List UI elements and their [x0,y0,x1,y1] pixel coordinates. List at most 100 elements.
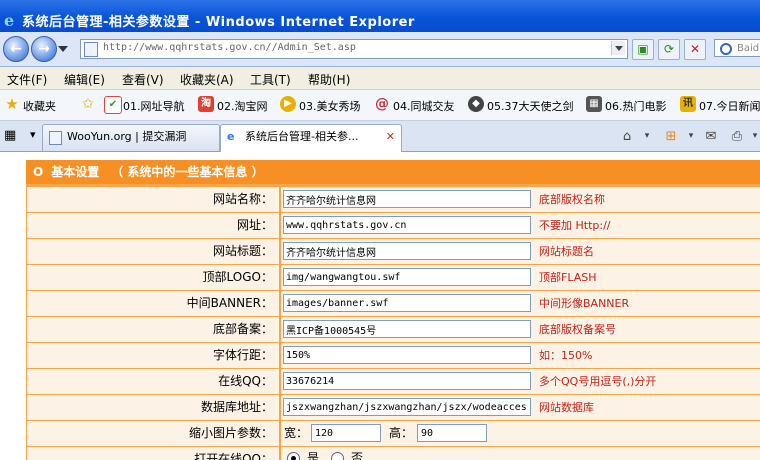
field-label: 中间BANNER： [27,291,279,316]
favorite-link-3[interactable]: 03.美女秀场 [299,98,361,114]
tab-wooyun[interactable]: WooYun.org | 提交漏洞 [42,124,220,151]
thumb-height-input[interactable] [417,424,487,442]
field-hint: 网站数据库 [539,401,594,414]
menu-edit[interactable]: 编辑(E) [64,71,105,88]
print-icon[interactable]: ⎙ [728,128,746,145]
panel-bullet: O [33,165,44,179]
favorites-bar: ★ 收藏夹 ✩ ✔ 01.网址导航 淘 02.淘宝网 ▶ 03.美女秀场 @ 0… [0,90,760,121]
footer-icp-input[interactable] [283,320,531,338]
movie-icon: ▦ [586,96,602,112]
url-text[interactable]: http://www.qqhrstats.gov.cn//Admin_Set.a… [103,42,356,53]
database-path-input[interactable] [283,398,531,416]
favorite-link-1[interactable]: 01.网址导航 [123,98,185,114]
page-icon [49,131,62,145]
field-hint: 中间形像BANNER [539,297,630,310]
tab-label: WooYun.org | 提交漏洞 [67,130,187,143]
search-placeholder: Baid [737,43,760,54]
feeds-dropdown-icon[interactable]: ▾ [682,128,700,145]
row-site-title: 网站标题： 网站标题名 [27,239,760,264]
favorite-link-2[interactable]: 02.淘宝网 [217,98,268,114]
refresh-icon[interactable]: ⟳ [658,39,680,60]
panel-title: 基本设置 [51,165,100,179]
forward-button[interactable]: → [31,36,57,62]
tab-list-dropdown-icon[interactable]: ▾ [30,128,36,141]
menu-tools[interactable]: 工具(T) [250,71,291,88]
favorite-link-4[interactable]: 04.同城交友 [393,98,455,114]
middle-banner-input[interactable] [283,294,531,312]
field-hint: 底部版权备案号 [539,323,616,336]
row-line-height: 字体行距： 如：150% [27,343,760,368]
field-label: 网站名称： [27,187,279,212]
dating-swirl-icon: @ [375,96,389,112]
home-icon[interactable]: ⌂ [618,128,636,145]
game-icon: ◆ [468,96,484,112]
online-qq-no-radio[interactable] [331,452,344,460]
window-title: 系统后台管理-相关参数设置 - Windows Internet Explore… [22,15,415,30]
ie-page-icon: e [227,130,235,143]
stop-icon[interactable]: ✕ [684,39,706,60]
page-icon [84,42,98,57]
field-hint: 多个QQ号用逗号(,)分开 [539,375,657,388]
favorites-button[interactable]: 收藏夹 [23,98,56,114]
favorite-link-6[interactable]: 06.热门电影 [605,98,667,114]
width-label: 宽： [284,426,309,440]
favorite-link-7[interactable]: 07.今日新闻 [699,98,760,114]
field-hint: 不要加 Http:// [539,219,611,232]
site-name-input[interactable] [283,190,531,208]
line-height-input[interactable] [283,346,531,364]
field-label: 顶部LOGO： [27,265,279,290]
height-label: 高： [389,426,414,440]
svg-text:e: e [4,12,14,28]
field-label: 网站标题： [27,239,279,264]
menu-view[interactable]: 查看(V) [122,71,164,88]
mail-icon[interactable]: ✉ [702,128,720,145]
field-hint: 顶部FLASH [539,271,597,284]
news-icon: 讯 [680,96,696,112]
field-label: 网址： [27,213,279,238]
url-dropdown-icon[interactable] [611,41,625,55]
row-thumbnail-size: 缩小图片参数： 宽： 高： [27,421,760,446]
online-qq-input[interactable] [283,372,531,390]
site-url-input[interactable] [283,216,531,234]
address-bar: ← → http://www.qqhrstats.gov.cn//Admin_S… [0,32,760,67]
row-online-qq: 在线QQ： 多个QQ号用逗号(,)分开 [27,369,760,394]
row-site-url: 网址： 不要加 Http:// [27,213,760,238]
search-input[interactable]: Baid [714,39,760,57]
history-dropdown-icon[interactable] [58,46,68,52]
row-middle-banner: 中间BANNER： 中间形像BANNER [27,291,760,316]
row-top-logo: 顶部LOGO： 顶部FLASH [27,265,760,290]
menu-favorites[interactable]: 收藏夹(A) [180,71,234,88]
yes-label: 是 [307,451,320,460]
online-qq-yes-radio[interactable] [287,452,300,460]
url-field[interactable]: http://www.qqhrstats.gov.cn//Admin_Set.a… [80,39,628,59]
field-hint: 网站标题名 [539,245,594,258]
field-label: 数据库地址： [27,395,279,420]
taobao-icon: 淘 [198,96,214,112]
panel-header: O 基本设置 （ 系统中的一些基本信息 ） [26,160,760,184]
add-favorite-icon[interactable]: ✩ [80,96,96,112]
search-icon [720,43,732,55]
menu-bar: 文件(F) 编辑(E) 查看(V) 收藏夹(A) 工具(T) 帮助(H) [0,67,760,90]
menu-file[interactable]: 文件(F) [7,71,47,88]
thumb-width-input[interactable] [311,424,381,442]
quick-tabs-icon[interactable]: ▦ [4,128,22,144]
page-content: O 基本设置 （ 系统中的一些基本信息 ） 网站名称： 底部版权名称 网址： 不要加… [0,152,760,460]
home-dropdown-icon[interactable]: ▾ [638,128,656,145]
hao123-icon: ✔ [104,96,122,114]
settings-form: 网站名称： 底部版权名称 网址： 不要加 Http:// 网站标题： 网站标题名… [26,184,760,460]
row-site-name: 网站名称： 底部版权名称 [27,187,760,212]
field-label: 底部备案： [27,317,279,342]
favorites-star-icon: ★ [5,95,19,113]
site-title-input[interactable] [283,242,531,260]
top-logo-input[interactable] [283,268,531,286]
back-button[interactable]: ← [3,36,29,62]
row-database-path: 数据库地址： 网站数据库 [27,395,760,420]
menu-help[interactable]: 帮助(H) [308,71,350,88]
favorite-link-5[interactable]: 05.37大天使之剑 [487,98,574,114]
print-dropdown-icon[interactable]: ▾ [746,128,760,145]
show-play-icon: ▶ [280,96,296,112]
feeds-icon[interactable]: ⊞ [662,128,680,145]
close-tab-icon[interactable]: ✕ [386,125,395,149]
tab-admin-settings[interactable]: e 系统后台管理-相关参... ✕ [220,124,402,152]
compat-view-icon[interactable]: ▣ [632,39,654,60]
